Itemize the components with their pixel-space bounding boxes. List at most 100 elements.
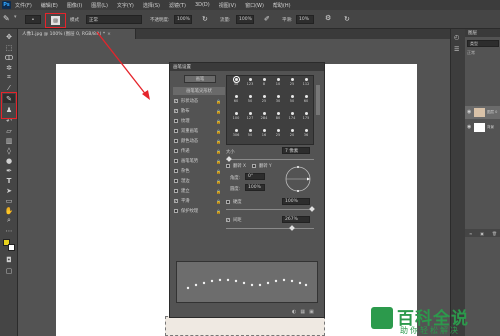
flip-x-toggle[interactable]: 翻转 X (226, 163, 246, 169)
photoshop-logo-icon[interactable]: Ps (2, 1, 11, 9)
setting-row-texture[interactable]: 纹理 🔒 (174, 117, 224, 125)
brush-tip[interactable]: 30 (229, 76, 243, 92)
checkbox[interactable] (174, 159, 178, 163)
lock-icon[interactable]: 🔒 (216, 179, 221, 184)
hardness-slider-track[interactable] (226, 209, 314, 210)
pressure-size-icon[interactable]: ↻ (344, 15, 353, 24)
spacing-slider-knob[interactable] (289, 225, 295, 231)
mode-select[interactable]: 正常 (86, 15, 142, 24)
brush-tip[interactable]: 25 (271, 129, 285, 143)
airbrush-icon[interactable]: ✐ (264, 15, 273, 24)
visibility-eye-icon[interactable]: ◉ (467, 109, 471, 115)
hand-tool-icon[interactable]: ✋ (3, 206, 15, 215)
toggle-live-tip-icon[interactable]: ◐ (292, 309, 296, 315)
brush-tip[interactable]: 10 (271, 78, 285, 92)
brush-tip[interactable]: 25 (285, 78, 299, 92)
lock-icon[interactable]: 🔒 (216, 189, 221, 194)
lock-icon[interactable]: 🔒 (216, 169, 221, 174)
opacity-input[interactable]: 100% (174, 15, 192, 24)
pen-tool-icon[interactable]: ✒ (3, 166, 15, 175)
checkbox[interactable] (226, 164, 230, 168)
setting-row-wet-edges[interactable]: 湿边 🔒 (174, 177, 224, 185)
menu-item-type[interactable]: 文字(Y) (117, 2, 134, 9)
checkbox[interactable] (226, 200, 230, 204)
lock-icon[interactable]: 🔒 (216, 99, 221, 104)
brush-tip[interactable]: 175 (299, 112, 313, 126)
more-tools-icon[interactable]: ⋯ (3, 226, 15, 235)
brush-presets-button[interactable]: 画笔 (184, 75, 216, 83)
lock-icon[interactable]: 🔒 (216, 199, 221, 204)
eraser-tool-icon[interactable]: ▱ (3, 126, 15, 135)
pressure-opacity-icon[interactable]: ↻ (202, 15, 211, 24)
lock-icon[interactable]: 🔒 (216, 139, 221, 144)
setting-row-color-dynamics[interactable]: 颜色动态 🔒 (174, 137, 224, 145)
brush-tip[interactable]: 123 (243, 78, 257, 92)
setting-row-smoothing[interactable]: ✓ 平滑 🔒 (174, 197, 224, 205)
smoothing-options-gear-icon[interactable]: ⚙ (325, 14, 334, 24)
brush-tip[interactable]: 127 (243, 112, 257, 126)
size-input[interactable]: 7 像素 (282, 147, 310, 154)
lock-icon[interactable]: 🔒 (216, 109, 221, 114)
eyedropper-tool-icon[interactable]: ⁄ (3, 83, 15, 92)
spacing-slider-track[interactable] (226, 228, 314, 229)
path-select-tool-icon[interactable]: ➤ (3, 186, 15, 195)
setting-row-brush-pose[interactable]: 画笔笔势 🔒 (174, 157, 224, 165)
roundness-input[interactable]: 100% (245, 184, 265, 191)
checkbox[interactable]: ✓ (174, 99, 178, 103)
tip-shape-label[interactable]: 画笔笔尖形状 (173, 87, 225, 95)
zoom-tool-icon[interactable]: ⌕ (3, 216, 15, 225)
brush-preset-picker[interactable]: • (25, 15, 41, 24)
checkbox[interactable] (174, 129, 178, 133)
menu-item-image[interactable]: 图像(I) (67, 2, 82, 9)
brush-tip[interactable]: 112 (299, 78, 313, 92)
menu-item-help[interactable]: 帮助(H) (273, 2, 291, 9)
checkbox[interactable] (174, 149, 178, 153)
lock-icon[interactable]: 🔒 (216, 159, 221, 164)
gradient-tool-icon[interactable]: ▥ (3, 136, 15, 145)
lock-icon[interactable]: 🔒 (216, 209, 221, 214)
setting-row-protect-texture[interactable]: 保护纹理 🔒 (174, 207, 224, 215)
screen-mode-icon[interactable]: ▢ (3, 266, 15, 275)
new-preset-icon[interactable]: ▣ (309, 309, 314, 315)
checkbox[interactable] (174, 209, 178, 213)
brush-tip[interactable]: 306 (229, 129, 243, 143)
brush-tip[interactable]: 60 (229, 95, 243, 109)
brush-tip[interactable]: 60 (299, 95, 313, 109)
tip-grid-scrollbar[interactable] (316, 85, 320, 115)
brush-settings-toggle-icon[interactable]: ▨ (51, 16, 60, 25)
dodge-tool-icon[interactable]: ● (3, 156, 15, 165)
layer-row[interactable]: ◉ 图层 0 (465, 106, 500, 119)
brush-tip[interactable]: 50 (285, 95, 299, 109)
setting-row-noise[interactable]: 杂色 🔒 (174, 167, 224, 175)
menu-item-select[interactable]: 选择(S) (143, 2, 160, 9)
photo-selection-edge[interactable] (165, 316, 325, 336)
brush-tip[interactable]: 50 (243, 95, 257, 109)
move-tool-icon[interactable]: ✥ (3, 32, 15, 41)
smooth-input[interactable]: 10% (296, 15, 314, 24)
lock-icon[interactable]: 🔒 (216, 129, 221, 134)
layer-kind-filter[interactable]: 类型 (467, 40, 499, 47)
checkbox[interactable] (174, 189, 178, 193)
layer-row[interactable]: ◉ 背景 (465, 121, 500, 134)
tool-preset-chevron-icon[interactable]: ▾ (14, 14, 20, 24)
type-tool-icon[interactable]: T (3, 176, 15, 185)
flip-y-toggle[interactable]: 翻转 Y (252, 163, 272, 169)
menu-item-edit[interactable]: 编辑(E) (41, 2, 58, 9)
crop-tool-icon[interactable]: ⌗ (3, 73, 15, 82)
brush-tip[interactable]: 16 (257, 129, 271, 143)
blend-mode-select[interactable]: 正常 (467, 49, 499, 56)
marquee-tool-icon[interactable]: ⬚ (3, 43, 15, 52)
menu-item-filter[interactable]: 滤镜(T) (169, 2, 186, 9)
quick-mask-icon[interactable]: ◘ (3, 255, 15, 264)
brush-tip[interactable]: 30 (271, 95, 285, 109)
size-slider-knob[interactable] (226, 156, 232, 162)
brush-tool-icon[interactable]: ✎ (3, 14, 13, 24)
new-layer-icon[interactable]: ▣ (480, 231, 484, 236)
brush-tip[interactable]: 20 (285, 129, 299, 143)
shape-tool-icon[interactable]: ▭ (3, 196, 15, 205)
hardness-input[interactable]: 100% (282, 198, 310, 205)
menu-item-file[interactable]: 文件(F) (15, 2, 32, 9)
menu-item-3d[interactable]: 3D(D) (195, 2, 210, 8)
checkbox[interactable] (174, 169, 178, 173)
brush-tip[interactable]: 25 (257, 95, 271, 109)
